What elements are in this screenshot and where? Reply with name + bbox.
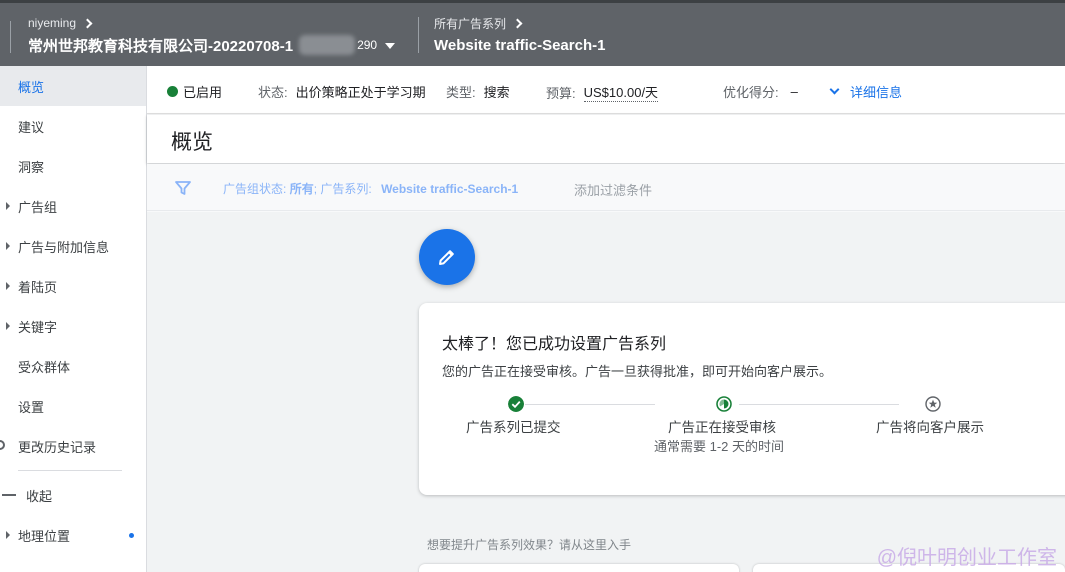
expand-arrow-icon [6,531,10,539]
filter-campaign-label: 广告系列: [320,182,372,196]
sidebar-item-recommendations[interactable]: 建议 [0,106,146,146]
filter-adgroup-label: 广告组状态: [223,182,287,196]
account-user-label: niyeming [28,16,77,30]
star-icon [925,396,941,412]
campaign-name: Website traffic-Search-1 [434,36,606,54]
status-value: 出价策略正处于学习期 [295,85,426,100]
filter-campaign-value: Website traffic-Search-1 [381,182,519,196]
type-value: 搜索 [483,85,510,100]
dropdown-arrow-icon[interactable] [385,43,396,49]
header-divider [418,17,419,53]
score-label: 优化得分: [723,85,779,100]
page-title-bar: 概览 [147,115,1065,163]
sidebar-item-label: 受众群体 [18,359,71,375]
sidebar-item-insights[interactable]: 洞察 [0,146,146,186]
circle-icon [0,440,5,450]
account-id-tail: 290 [357,38,378,52]
filter-adgroup-value: 所有 [289,182,314,196]
chevron-right-icon [512,18,523,28]
sidebar-item-label: 地理位置 [18,528,71,544]
check-icon [508,396,524,412]
suggestion-card[interactable] [419,564,739,572]
page-title: 概览 [171,131,213,154]
sidebar-item-label: 洞察 [18,159,45,175]
campaign-scope: 所有广告系列 [434,15,605,31]
filter-icon[interactable] [175,180,191,196]
sidebar: 概览 建议 洞察 广告组 广告与附加信息 着陆页 关键字 受众群体 设置 更改历… [0,66,147,572]
account-selector[interactable]: niyeming 常州世邦教育科技有限公司-20220708-1 290 [28,15,396,55]
details-label: 详细信息 [850,85,903,100]
edit-button[interactable] [419,229,475,285]
step-serving-label: 广告将向客户展示 [876,420,984,435]
watermark: @倪叶明创业工作室 [876,547,1057,569]
campaign-success-card: 太棒了！您已成功设置广告系列 您的广告正在接受审核。广告一旦获得批准，即可开始向… [419,303,1065,495]
progress-line [739,404,899,405]
sidebar-item-label: 广告组 [18,199,58,215]
account-user: niyeming [28,15,395,31]
optimization-score-field: 优化得分: – [723,82,798,101]
enabled-label: 已启用 [183,85,223,100]
step-review-note: 通常需要 1-2 天的时间 [654,439,785,454]
sidebar-item-ad-groups[interactable]: 广告组 [0,186,146,226]
chevron-down-icon [829,84,840,95]
collapse-label: 收起 [26,488,53,504]
budget-field[interactable]: 预算: US$10.00/天 [546,82,659,102]
details-toggle[interactable]: 详细信息 [829,82,903,101]
sidebar-item-label: 关键字 [18,319,58,335]
campaign-selector[interactable]: 所有广告系列 Website traffic-Search-1 [434,15,605,55]
status-field: 状态: 出价策略正处于学习期 [258,82,426,101]
sidebar-item-label: 建议 [18,119,45,135]
sidebar-item-landing-pages[interactable]: 着陆页 [0,266,146,306]
expand-arrow-icon [6,322,10,330]
add-filter-button[interactable]: 添加过滤条件 [574,180,652,199]
sidebar-item-label: 概览 [18,79,45,95]
budget-value[interactable]: US$10.00/天 [583,82,659,102]
account-name: 常州世邦教育科技有限公司-20220708-1 290 [28,35,396,55]
expand-arrow-icon [6,242,10,250]
campaign-status-bar: 已启用 状态: 出价策略正处于学习期 类型: 搜索 预算: US$10.00/天… [147,66,1065,114]
filter-bar: 广告组状态: 所有; 广告系列: Website traffic-Search-… [147,164,1065,211]
budget-label: 预算: [546,85,576,101]
campaign-scope-label: 所有广告系列 [434,16,507,31]
enabled-dot-icon [167,86,178,97]
step-review-label: 广告正在接受审核 [668,420,776,435]
account-name-label: 常州世邦教育科技有限公司-20220708-1 [28,37,294,55]
sidebar-item-settings[interactable]: 设置 [0,386,146,426]
status-label: 状态: [258,85,288,100]
sidebar-item-label: 设置 [18,399,45,415]
score-value: – [790,84,798,99]
sidebar-item-label: 广告与附加信息 [18,239,110,255]
header-divider [10,21,11,53]
sidebar-item-label: 更改历史记录 [18,439,97,455]
redacted-id [299,35,356,55]
chevron-right-icon [82,18,93,28]
type-label: 类型: [446,85,476,100]
card-subtitle: 您的广告正在接受审核。广告一旦获得批准，即可开始向客户展示。 [442,364,833,379]
card-title: 太棒了！您已成功设置广告系列 [442,336,667,353]
step-submitted-label: 广告系列已提交 [466,420,561,435]
sidebar-item-locations[interactable]: 地理位置 [0,515,146,555]
sidebar-divider [18,470,122,471]
sidebar-item-ads-extensions[interactable]: 广告与附加信息 [0,226,146,266]
sidebar-item-overview[interactable]: 概览 [0,66,146,106]
sidebar-item-change-history[interactable]: 更改历史记录 [0,426,146,466]
notification-dot [129,533,134,538]
collapse-icon [2,494,16,496]
expand-arrow-icon [6,202,10,210]
enabled-status[interactable]: 已启用 [167,82,222,101]
sidebar-item-keywords[interactable]: 关键字 [0,306,146,346]
type-field: 类型: 搜索 [446,82,510,101]
improvement-hint: 想要提升广告系列效果？请从这里入手 [427,538,632,552]
expand-arrow-icon [6,282,10,290]
progress-icon [716,396,732,412]
sidebar-item-audiences[interactable]: 受众群体 [0,346,146,386]
sidebar-item-label: 着陆页 [18,279,58,295]
main-content: 太棒了！您已成功设置广告系列 您的广告正在接受审核。广告一旦获得批准，即可开始向… [147,212,1065,572]
progress-line [525,404,655,405]
collapse-button[interactable]: 收起 [0,475,146,515]
pencil-icon [439,250,454,265]
active-filters[interactable]: 广告组状态: 所有; 广告系列: Website traffic-Search-… [223,180,518,197]
top-header: niyeming 常州世邦教育科技有限公司-20220708-1 290 所有广… [0,0,1065,66]
